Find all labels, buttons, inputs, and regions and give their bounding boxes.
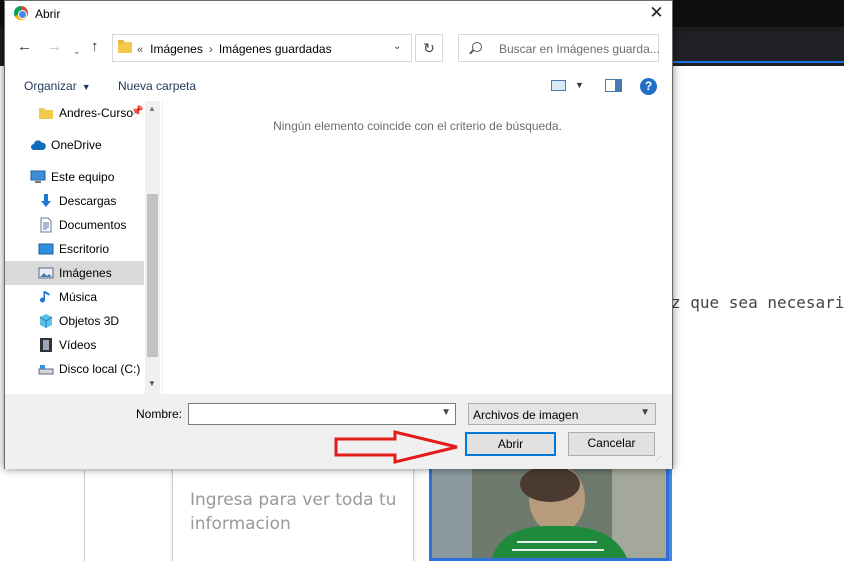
tree-item-label: OneDrive xyxy=(51,138,102,152)
close-button[interactable]: ✕ xyxy=(641,1,672,26)
new-folder-button[interactable]: Nueva carpeta xyxy=(118,79,196,93)
breadcrumb-item[interactable]: Imágenes xyxy=(150,42,203,56)
tree-item-label: Imágenes xyxy=(59,266,112,280)
preview-pane-icon[interactable] xyxy=(605,79,622,92)
tree-item-label: Vídeos xyxy=(59,338,97,352)
tree-item-label: Objetos 3D xyxy=(59,314,120,328)
refresh-icon[interactable]: ↻ xyxy=(415,34,443,62)
search-placeholder: Buscar en Imágenes guarda... xyxy=(499,42,660,56)
scroll-thumb[interactable] xyxy=(147,194,158,357)
background-address-bar xyxy=(672,33,844,63)
chevron-down-icon: ▼ xyxy=(640,407,650,418)
background-divider xyxy=(84,470,85,561)
tree-item-documentos[interactable]: Documentos xyxy=(5,213,144,237)
view-options-icon[interactable] xyxy=(551,80,566,91)
tree-item-descargas[interactable]: Descargas xyxy=(5,189,144,213)
tree-item-musica[interactable]: Música xyxy=(5,285,144,309)
resize-grip-icon[interactable]: ⋰ xyxy=(655,456,663,466)
scroll-down-icon[interactable]: ▼ xyxy=(148,379,156,388)
tree-item-andres-curso[interactable]: Andres-Curso 📌 xyxy=(5,101,144,125)
cloud-icon xyxy=(31,140,46,150)
breadcrumb: « Imágenes › Imágenes guardadas xyxy=(137,42,332,56)
navigation-pane: Andres-Curso 📌 OneDrive Este equipo Desc… xyxy=(5,101,160,394)
pin-icon: 📌 xyxy=(131,106,144,117)
dialog-titlebar[interactable]: Abrir ✕ xyxy=(5,1,672,26)
computer-icon xyxy=(30,170,46,183)
tree-item-label: Escritorio xyxy=(59,242,110,256)
tree-item-label: Andres-Curso xyxy=(59,106,134,120)
back-arrow-icon[interactable]: ← xyxy=(17,39,32,55)
tree-item-objetos-3d[interactable]: Objetos 3D xyxy=(5,309,144,333)
dialog-title: Abrir xyxy=(35,7,61,21)
tree-item-videos[interactable]: Vídeos xyxy=(5,333,144,357)
search-icon xyxy=(472,42,482,52)
caret-down-icon[interactable]: ▼ xyxy=(575,80,584,90)
organize-button[interactable]: Organizar ▼ xyxy=(24,79,91,93)
tree-item-imagenes[interactable]: Imágenes xyxy=(5,261,144,285)
up-arrow-icon[interactable]: ↑ xyxy=(91,39,99,55)
drive-icon xyxy=(38,365,54,375)
forward-arrow-icon[interactable]: → xyxy=(47,39,62,55)
tree-item-onedrive[interactable]: OneDrive xyxy=(5,133,144,157)
tree-item-disco-local[interactable]: Disco local (C:) xyxy=(5,357,144,381)
desktop-icon xyxy=(38,243,54,255)
folder-icon xyxy=(118,40,132,53)
background-photo xyxy=(429,461,669,561)
background-card-text: Ingresa para ver toda tu informacion xyxy=(190,490,397,534)
tree-item-escritorio[interactable]: Escritorio xyxy=(5,237,144,261)
tree-item-label: Documentos xyxy=(59,218,127,232)
annotation-arrow xyxy=(334,430,458,464)
file-type-value: Archivos de imagen xyxy=(473,408,579,422)
tree-item-label: Descargas xyxy=(59,194,117,208)
tree-item-label: Este equipo xyxy=(51,170,115,184)
breadcrumb-overflow[interactable]: « xyxy=(137,44,143,56)
file-list[interactable]: Ningún elemento coincide con el criterio… xyxy=(162,101,671,394)
cube-icon xyxy=(39,314,53,328)
chrome-icon xyxy=(14,6,28,20)
tree-scrollbar[interactable]: ▲ ▼ xyxy=(145,101,160,394)
breadcrumb-item[interactable]: Imágenes guardadas xyxy=(219,42,332,56)
filename-input[interactable]: ▼ xyxy=(188,403,456,425)
file-type-select[interactable]: Archivos de imagen ▼ xyxy=(468,403,656,425)
folder-icon xyxy=(39,108,53,119)
tree-item-label: Música xyxy=(59,290,98,304)
empty-message: Ningún elemento coincide con el criterio… xyxy=(273,119,562,133)
chevron-down-icon[interactable]: ⌄ xyxy=(393,41,401,52)
command-toolbar: Organizar ▼ Nueva carpeta ▼ ? xyxy=(5,71,672,101)
document-icon xyxy=(40,217,52,233)
organize-label: Organizar xyxy=(24,79,77,93)
pictures-icon xyxy=(38,267,54,279)
background-login-card: Ingresa para ver toda tu informacion xyxy=(172,468,414,561)
breadcrumb-separator: › xyxy=(208,42,213,56)
navigation-bar: ← → ⌄ ↑ « Imágenes › Imágenes guardadas ⌄ ↻… xyxy=(5,31,672,65)
tree-item-label: Disco local (C:) xyxy=(59,362,141,376)
chevron-down-icon[interactable]: ▼ xyxy=(441,407,451,418)
cancel-button[interactable]: Cancelar xyxy=(568,432,655,456)
search-input[interactable]: Buscar en Imágenes guarda... xyxy=(458,34,660,62)
filename-label: Nombre: xyxy=(136,407,183,421)
film-icon xyxy=(40,338,52,352)
caret-down-icon: ▼ xyxy=(81,82,91,92)
open-button[interactable]: Abrir xyxy=(465,432,556,456)
download-icon xyxy=(41,194,51,207)
help-icon[interactable]: ? xyxy=(640,78,657,95)
open-file-dialog: Abrir ✕ ← → ⌄ ↑ « Imágenes › Imágenes guard… xyxy=(4,0,673,469)
recent-locations-icon[interactable]: ⌄ xyxy=(73,43,81,59)
scroll-up-icon[interactable]: ▲ xyxy=(148,104,156,113)
music-icon xyxy=(40,291,50,303)
address-bar[interactable]: « Imágenes › Imágenes guardadas ⌄ xyxy=(112,34,412,62)
tree-item-este-equipo[interactable]: Este equipo xyxy=(5,165,144,189)
background-text: z que sea necesari xyxy=(671,293,844,312)
